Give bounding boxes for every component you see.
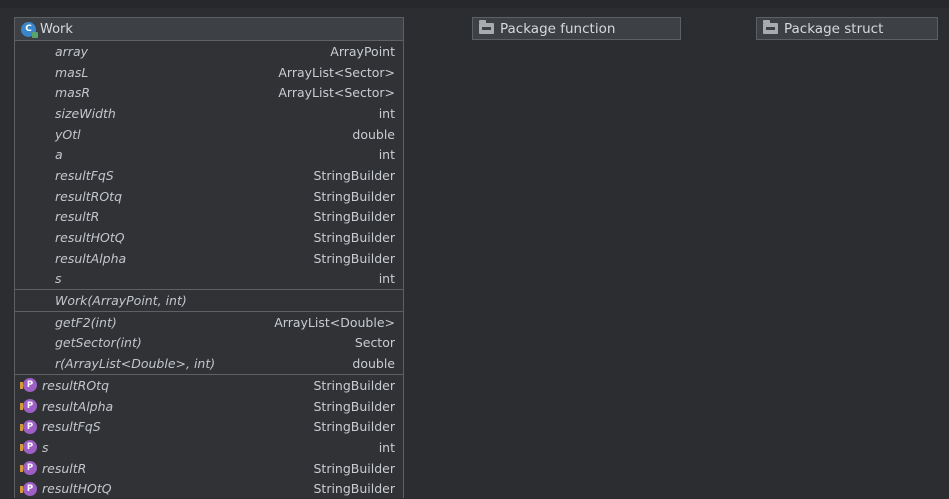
property-name: resultFqS [42,419,101,435]
field-name: masR [55,85,91,101]
field-type: ArrayList<Sector> [278,64,395,80]
property-name: resultAlpha [42,398,114,414]
package-node-function[interactable]: Package function [472,17,681,40]
method-name: getSector(int) [55,335,142,351]
field-name: resultHOtQ [55,230,125,246]
package-node-struct[interactable]: Package struct [756,17,938,40]
field-row[interactable]: resultAlpha StringBuilder [15,248,403,269]
method-type: ArrayList<Double> [274,314,395,330]
class-header[interactable]: C Work [15,18,403,41]
field-type: int [378,271,395,287]
class-node-work[interactable]: C Work array ArrayPoint masL ArrayList<Sec… [14,17,404,498]
field-row[interactable]: resultROtq StringBuilder [15,186,403,207]
property-name: s [42,439,49,455]
field-type: StringBuilder [313,230,395,246]
field-name: sizeWidth [55,105,116,121]
field-row[interactable]: masR ArrayList<Sector> [15,82,403,103]
field-type: int [378,105,395,121]
field-type: ArrayPoint [330,43,395,59]
field-row[interactable]: yOtl double [15,124,403,145]
property-icon: P [20,399,37,414]
property-icon: P [20,461,37,476]
property-icon: P [20,481,37,496]
field-row[interactable]: resultFqS StringBuilder [15,165,403,186]
fields-section: array ArrayPoint masL ArrayList<Sector> ma… [15,41,403,291]
field-row[interactable]: resultHOtQ StringBuilder [15,227,403,248]
field-row[interactable]: resultR StringBuilder [15,207,403,228]
field-type: StringBuilder [313,167,395,183]
field-name: resultFqS [55,167,114,183]
method-name: getF2(int) [55,314,117,330]
property-name: resultHOtQ [42,481,112,497]
property-icon: P [20,378,37,393]
field-type: int [378,147,395,163]
constructor-row[interactable]: Work(ArrayPoint, int) [15,290,403,311]
property-row[interactable]: PresultROtq StringBuilder [15,375,403,396]
folder-icon [763,20,778,34]
field-type: StringBuilder [313,209,395,225]
field-type: double [352,126,395,142]
class-icon: C [21,21,38,38]
field-row[interactable]: array ArrayPoint [15,41,403,62]
property-type: StringBuilder [313,481,395,497]
field-type: StringBuilder [313,188,395,204]
package-label: Package struct [784,20,884,37]
field-name: s [55,271,62,287]
class-name: Work [40,21,73,37]
method-type: Sector [354,335,395,351]
property-name: resultR [42,460,87,476]
field-row[interactable]: sizeWidth int [15,103,403,124]
field-row[interactable]: masL ArrayList<Sector> [15,62,403,83]
property-name: resultROtq [42,377,109,393]
property-icon: P [20,440,37,455]
field-name: masL [55,64,89,80]
field-row[interactable]: s int [15,269,403,290]
property-icon: P [20,419,37,434]
method-name: r(ArrayList<Double>, int) [55,356,216,372]
property-type: StringBuilder [313,419,395,435]
top-strip [0,0,949,8]
field-type: StringBuilder [313,250,395,266]
constructor-name: Work(ArrayPoint, int) [55,293,187,309]
field-name: yOtl [55,126,81,142]
diagram-canvas: C Work array ArrayPoint masL ArrayList<Sec… [0,0,949,498]
field-row[interactable]: a int [15,144,403,165]
property-row[interactable]: PresultAlpha StringBuilder [15,396,403,417]
property-type: StringBuilder [313,460,395,476]
folder-icon [479,20,494,34]
property-type: int [378,439,395,455]
method-row[interactable]: r(ArrayList<Double>, int) double [15,353,403,374]
property-type: StringBuilder [313,398,395,414]
property-row[interactable]: PresultHOtQ StringBuilder [15,478,403,499]
method-row[interactable]: getF2(int) ArrayList<Double> [15,312,403,333]
package-label: Package function [500,20,616,37]
property-type: StringBuilder [313,377,395,393]
field-name: resultR [55,209,100,225]
method-type: double [352,356,395,372]
property-row[interactable]: Ps int [15,437,403,458]
properties-section: PresultROtq StringBuilder PresultAlpha Str… [15,375,403,499]
field-name: resultROtq [55,188,122,204]
field-name: a [55,147,63,163]
constructors-section: Work(ArrayPoint, int) [15,290,403,312]
field-name: array [55,43,88,59]
method-row[interactable]: getSector(int) Sector [15,333,403,354]
field-type: ArrayList<Sector> [278,85,395,101]
methods-section: getF2(int) ArrayList<Double> getSector(in… [15,312,403,375]
field-name: resultAlpha [55,250,127,266]
property-row[interactable]: PresultR StringBuilder [15,458,403,479]
property-row[interactable]: PresultFqS StringBuilder [15,416,403,437]
